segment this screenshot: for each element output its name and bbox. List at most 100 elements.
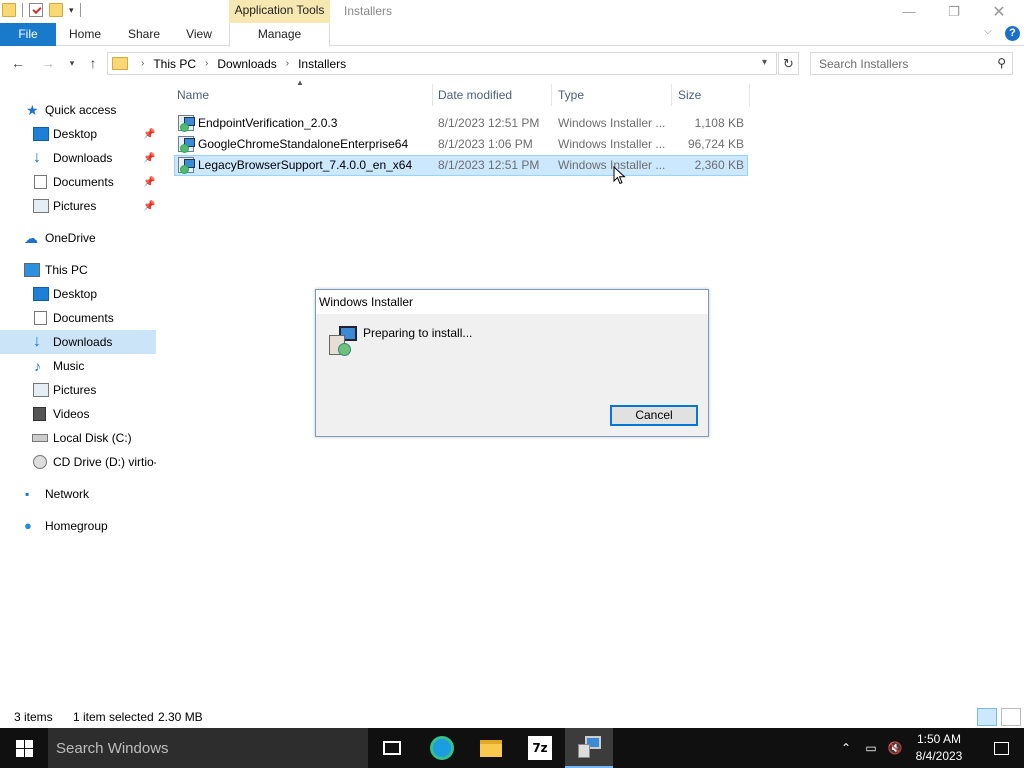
nav-item-downloads-pinned[interactable]: ↓ Downloads 📌 <box>0 146 156 170</box>
videos-icon <box>33 407 46 421</box>
file-size: 2,360 KB <box>694 158 744 172</box>
nav-item-label: Downloads <box>53 335 113 349</box>
nav-item-homegroup[interactable]: ● Homegroup <box>0 514 156 538</box>
mouse-pointer-icon <box>613 166 626 185</box>
column-header-size[interactable]: Size <box>678 84 701 106</box>
nav-item-label: Documents <box>53 311 114 325</box>
installer-file-icon <box>178 115 195 132</box>
nav-item-onedrive[interactable]: ☁ OneDrive <box>0 226 156 250</box>
forward-button[interactable]: → <box>38 53 58 73</box>
recent-locations-dropdown[interactable]: ▾ <box>62 53 82 73</box>
breadcrumb-downloads[interactable]: Downloads <box>217 57 276 71</box>
nav-item-pictures[interactable]: Pictures <box>0 378 156 402</box>
nav-item-videos[interactable]: Videos <box>0 402 156 426</box>
selection-size: 2.30 MB <box>158 710 203 724</box>
context-tab-application-tools: Application Tools <box>229 0 330 23</box>
help-icon[interactable]: ? <box>1005 26 1020 41</box>
nav-item-documents[interactable]: Documents <box>0 306 156 330</box>
documents-icon <box>34 175 47 189</box>
navigation-pane: ★ Quick access Desktop 📌 ↓ Downloads 📌 D… <box>0 96 158 706</box>
breadcrumb: › This PC › Downloads › Installers <box>132 53 346 74</box>
nav-item-local-disk[interactable]: Local Disk (C:) <box>0 426 156 450</box>
edge-icon <box>430 736 454 760</box>
clock-time: 1:50 AM <box>916 732 962 746</box>
item-count: 3 items <box>14 710 53 724</box>
clock[interactable]: 1:50 AM 8/4/2023 <box>906 731 972 765</box>
nav-item-label: Local Disk (C:) <box>53 431 132 445</box>
large-icons-view-icon[interactable] <box>1001 708 1021 726</box>
nav-item-this-pc[interactable]: This PC <box>0 258 156 282</box>
breadcrumb-installers[interactable]: Installers <box>298 57 346 71</box>
tab-manage[interactable]: Manage <box>229 23 330 47</box>
homegroup-icon: ● <box>24 518 32 533</box>
file-explorer-taskbar-button[interactable] <box>467 728 515 768</box>
dialog-title-bar[interactable]: Windows Installer <box>316 290 708 314</box>
task-view-button[interactable] <box>368 728 416 768</box>
column-divider[interactable] <box>432 84 433 106</box>
nav-item-cd-drive[interactable]: CD Drive (D:) virtio- <box>0 450 156 474</box>
nav-item-label: CD Drive (D:) virtio- <box>53 455 156 469</box>
address-dropdown-icon[interactable]: ▾ <box>762 57 767 68</box>
nav-item-desktop-pinned[interactable]: Desktop 📌 <box>0 122 156 146</box>
address-bar[interactable]: › This PC › Downloads › Installers ▾ <box>107 52 777 75</box>
windows-installer-taskbar-button[interactable] <box>565 728 613 768</box>
new-folder-icon[interactable] <box>49 3 63 17</box>
desktop-icon <box>33 287 49 301</box>
file-name: GoogleChromeStandaloneEnterprise64 <box>198 137 409 151</box>
7zip-taskbar-button[interactable]: 7z <box>516 728 564 768</box>
properties-icon[interactable] <box>29 3 43 17</box>
nav-item-label: Desktop <box>53 287 98 301</box>
tab-file[interactable]: File <box>0 23 56 46</box>
nav-item-desktop[interactable]: Desktop <box>0 282 156 306</box>
nav-item-label: Quick access <box>45 103 117 117</box>
file-type: Windows Installer ... <box>558 137 666 151</box>
nav-item-downloads[interactable]: ↓ Downloads <box>0 330 156 354</box>
nav-item-label: Network <box>45 487 90 501</box>
edge-taskbar-button[interactable] <box>418 728 466 768</box>
details-view-icon[interactable] <box>977 708 997 726</box>
minimize-button[interactable]: — <box>886 0 932 23</box>
close-button[interactable]: ✕ <box>976 0 1022 23</box>
nav-item-quick-access[interactable]: ★ Quick access <box>0 98 156 122</box>
installer-file-icon <box>178 136 195 153</box>
file-row-selected[interactable]: LegacyBrowserSupport_7.4.0.0_en_x64 8/1/… <box>174 155 748 176</box>
cancel-button[interactable]: Cancel <box>610 405 698 426</box>
breadcrumb-chevron-icon[interactable]: › <box>286 58 289 69</box>
column-header-date[interactable]: Date modified <box>438 84 512 106</box>
file-row[interactable]: GoogleChromeStandaloneEnterprise64 8/1/2… <box>174 134 748 155</box>
file-row[interactable]: EndpointVerification_2.0.3 8/1/2023 12:5… <box>174 113 748 134</box>
file-type: Windows Installer ... <box>558 116 666 130</box>
nav-item-documents-pinned[interactable]: Documents 📌 <box>0 170 156 194</box>
nav-item-pictures-pinned[interactable]: Pictures 📌 <box>0 194 156 218</box>
tab-view[interactable]: View <box>176 23 222 46</box>
pin-icon: 📌 <box>143 128 156 140</box>
customize-qat-dropdown[interactable]: ▾ <box>69 5 74 16</box>
up-button[interactable]: ↑ <box>83 53 103 73</box>
search-input[interactable]: Search Installers ⚲ <box>810 52 1013 75</box>
action-center-button[interactable] <box>978 728 1024 768</box>
start-button[interactable] <box>0 728 48 768</box>
tab-home[interactable]: Home <box>58 23 112 46</box>
quick-access-toolbar: ▾ <box>2 3 81 17</box>
nav-item-network[interactable]: ▪ Network <box>0 482 156 506</box>
breadcrumb-this-pc[interactable]: This PC <box>153 57 196 71</box>
volume-muted-icon[interactable]: 🔇 <box>884 728 906 768</box>
back-button[interactable]: ← <box>8 53 28 73</box>
taskbar-search-box[interactable]: Search Windows <box>48 728 368 768</box>
expand-ribbon-chevron-icon[interactable]: ⌵ <box>984 26 992 37</box>
tab-share[interactable]: Share <box>118 23 170 46</box>
column-divider[interactable] <box>671 84 672 106</box>
column-divider[interactable] <box>749 84 750 106</box>
downloads-icon: ↓ <box>33 149 41 166</box>
show-hidden-icons-chevron-icon[interactable]: ⌃ <box>836 728 856 768</box>
column-divider[interactable] <box>551 84 552 106</box>
restore-button[interactable]: ❐ <box>931 0 977 23</box>
breadcrumb-chevron-icon[interactable]: › <box>205 58 208 69</box>
nav-item-music[interactable]: ♪ Music <box>0 354 156 378</box>
column-header-name[interactable]: Name <box>177 84 209 106</box>
breadcrumb-chevron-icon[interactable]: › <box>141 58 144 69</box>
refresh-button[interactable]: ↻ <box>778 52 799 75</box>
column-header-type[interactable]: Type <box>558 84 584 106</box>
network-status-icon[interactable]: ▭ <box>860 728 882 768</box>
file-explorer-icon <box>480 739 502 757</box>
